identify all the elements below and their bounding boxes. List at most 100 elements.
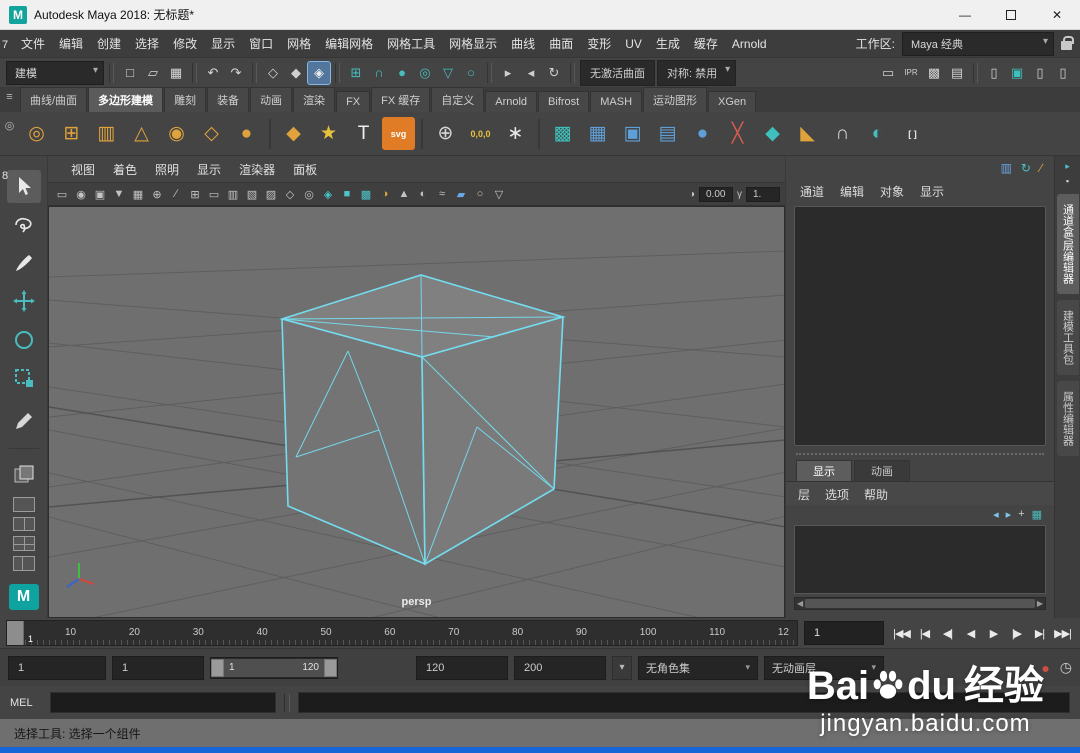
viewport-screen-space-ao[interactable]: ◐ (414, 186, 432, 202)
rail-shelf-menu[interactable]: ≡ (3, 90, 17, 104)
viewport-bookmarks[interactable]: ▼ (110, 186, 128, 202)
shelf-icon-bevel[interactable]: ◣ (791, 117, 824, 150)
menu-1[interactable]: 编辑 (52, 31, 90, 56)
shelf-icon-sep-1[interactable] (269, 119, 271, 149)
shelf-icon-poly-cube[interactable]: ⊞ (55, 117, 88, 150)
panel-menu-5[interactable]: 面板 (284, 158, 326, 181)
scrollbar-thumb[interactable] (805, 599, 1035, 608)
side-tab-channel-box-layer-editor[interactable]: 通道盒/层编辑器 (1057, 194, 1079, 294)
viewport-wireframe-mode[interactable]: ◈ (319, 186, 337, 202)
layer-tab-anim[interactable]: 动画 (854, 460, 910, 481)
workspace-lock-icon[interactable] (1061, 41, 1072, 50)
statusline-toggle-tool-settings[interactable]: ▯ (1052, 62, 1074, 84)
symmetry-dropdown[interactable]: 对称: 禁用 ▾ (657, 60, 736, 86)
lasso-tool[interactable] (7, 208, 41, 241)
viewport-motion-blur[interactable]: ≈ (433, 186, 451, 202)
viewport-multisample-aa[interactable]: ▰ (452, 186, 470, 202)
playback-step-forward-frame[interactable]: ▶| (1028, 621, 1051, 645)
layout-single-pane-button[interactable] (13, 497, 35, 512)
menu-15[interactable]: 生成 (649, 31, 687, 56)
viewport-grease-pencil[interactable]: ∕ (167, 186, 185, 202)
menu-0[interactable]: 文件 (14, 31, 52, 56)
viewport-film-gate[interactable]: ▭ (205, 186, 223, 202)
viewport-2d-pan-zoom[interactable]: ⊕ (148, 186, 166, 202)
statusline-select-hierarchy[interactable]: ◇ (262, 62, 284, 84)
viewport-field-chart[interactable]: ▨ (262, 186, 280, 202)
statusline-input-operations[interactable]: ▸ (497, 62, 519, 84)
character-set-dropdown[interactable]: 无角色集 ▾ (638, 656, 758, 680)
channelbox-menu-1[interactable]: 编辑 (840, 183, 864, 200)
statusline-groove[interactable] (973, 63, 978, 83)
shelf-tab-rendering[interactable]: 渲染 (293, 87, 335, 112)
menu-6[interactable]: 窗口 (242, 31, 280, 56)
statusline-redo[interactable]: ↷ (225, 62, 247, 84)
statusline-snap-projected-center[interactable]: ◎ (414, 62, 436, 84)
viewport-use-all-lights[interactable]: ◑ (376, 186, 394, 202)
panel-menu-4[interactable]: 渲染器 (230, 158, 284, 181)
channelbox-menu-0[interactable]: 通道 (800, 183, 824, 200)
shelf-icon-quad-draw[interactable]: ◆ (756, 117, 789, 150)
shelf-icon-mirror[interactable]: ◐ (861, 117, 894, 150)
statusline-render-settings[interactable]: ▩ (923, 62, 945, 84)
viewport-select-camera[interactable]: ▭ (53, 186, 71, 202)
shelf-icon-combine[interactable]: ▩ (546, 117, 579, 150)
layer-layer-new-from-selected[interactable]: ▦ (1032, 508, 1042, 521)
range-preset-dropdown[interactable]: ▾ (612, 656, 632, 680)
menu-8[interactable]: 编辑网格 (318, 31, 380, 56)
statusline-groove[interactable] (109, 63, 114, 83)
menu-12[interactable]: 曲面 (542, 31, 580, 56)
shelf-icon-multi-cut[interactable]: ╳ (721, 117, 754, 150)
menu-9[interactable]: 网格工具 (380, 31, 442, 56)
strip-strip-collapse[interactable]: ▸ (1065, 161, 1070, 172)
shelf-tab-xgen[interactable]: XGen (708, 91, 756, 112)
shelf-tab-fx-caching[interactable]: FX 缓存 (371, 87, 430, 112)
layer-menu-2[interactable]: 帮助 (864, 486, 888, 503)
statusline-snap-curve[interactable]: ∩ (368, 62, 390, 84)
layer-layer-next[interactable]: ▸ (1006, 508, 1012, 521)
statusline-output-operations[interactable]: ◂ (520, 62, 542, 84)
viewport-xray[interactable]: ▽ (490, 186, 508, 202)
menu-16[interactable]: 缓存 (687, 31, 725, 56)
mel-input[interactable] (50, 692, 276, 713)
range-start-handle[interactable] (211, 659, 224, 677)
channelbox-slider-speed[interactable]: ▥ (1001, 161, 1012, 175)
channel-box-list[interactable] (794, 206, 1046, 446)
viewport-camera-attributes[interactable]: ▣ (91, 186, 109, 202)
gamma-field[interactable]: 1. (746, 187, 780, 202)
viewport-gate-mask[interactable]: ▧ (243, 186, 261, 202)
gamma-icon[interactable]: γ (734, 189, 745, 200)
menu-10[interactable]: 网格显示 (442, 31, 504, 56)
side-tab-modeling-toolkit[interactable]: 建模工具包 (1057, 300, 1079, 375)
shelf-icon-poly-disc[interactable]: ● (230, 117, 263, 150)
viewport-shaded-mode[interactable]: ■ (338, 186, 356, 202)
statusline-groove[interactable] (252, 63, 257, 83)
panel-menu-3[interactable]: 显示 (188, 158, 230, 181)
shelf-tab-custom[interactable]: 自定义 (431, 87, 484, 112)
menu-11[interactable]: 曲线 (504, 31, 542, 56)
layer-list[interactable] (794, 525, 1046, 594)
rail-shelf-gear[interactable]: ◎ (3, 118, 17, 132)
playback-step-back-key[interactable]: ◀| (936, 621, 959, 645)
animation-start-field[interactable]: 1 (8, 656, 106, 680)
panel-menu-0[interactable]: 视图 (62, 158, 104, 181)
menu-3[interactable]: 选择 (128, 31, 166, 56)
maximize-button[interactable] (988, 0, 1034, 29)
animation-end-field[interactable]: 200 (514, 656, 606, 680)
scroll-left-icon[interactable]: ◀ (797, 599, 803, 608)
scale-tool[interactable] (7, 361, 41, 394)
layer-tab-display[interactable]: 显示 (796, 460, 852, 481)
layer-menu-0[interactable]: 层 (798, 486, 810, 503)
move-tool[interactable] (7, 285, 41, 318)
maya-logo[interactable]: M (9, 584, 39, 610)
playback-go-to-start[interactable]: |◀◀ (890, 621, 913, 645)
statusline-groove[interactable] (570, 63, 575, 83)
statusline-toggle-channel-box[interactable]: ▯ (983, 62, 1005, 84)
statusline-snap-grid[interactable]: ⊞ (345, 62, 367, 84)
channelbox-manipulator-update[interactable]: ↻ (1021, 161, 1031, 175)
mel-label[interactable]: MEL (10, 697, 42, 709)
menu-set-dropdown[interactable]: 建模 ▾ (6, 61, 104, 85)
layout-split-left-button[interactable] (13, 556, 35, 571)
playback-step-back-frame[interactable]: |◀ (913, 621, 936, 645)
viewport-image-plane[interactable]: ▦ (129, 186, 147, 202)
statusline-groove[interactable] (487, 63, 492, 83)
